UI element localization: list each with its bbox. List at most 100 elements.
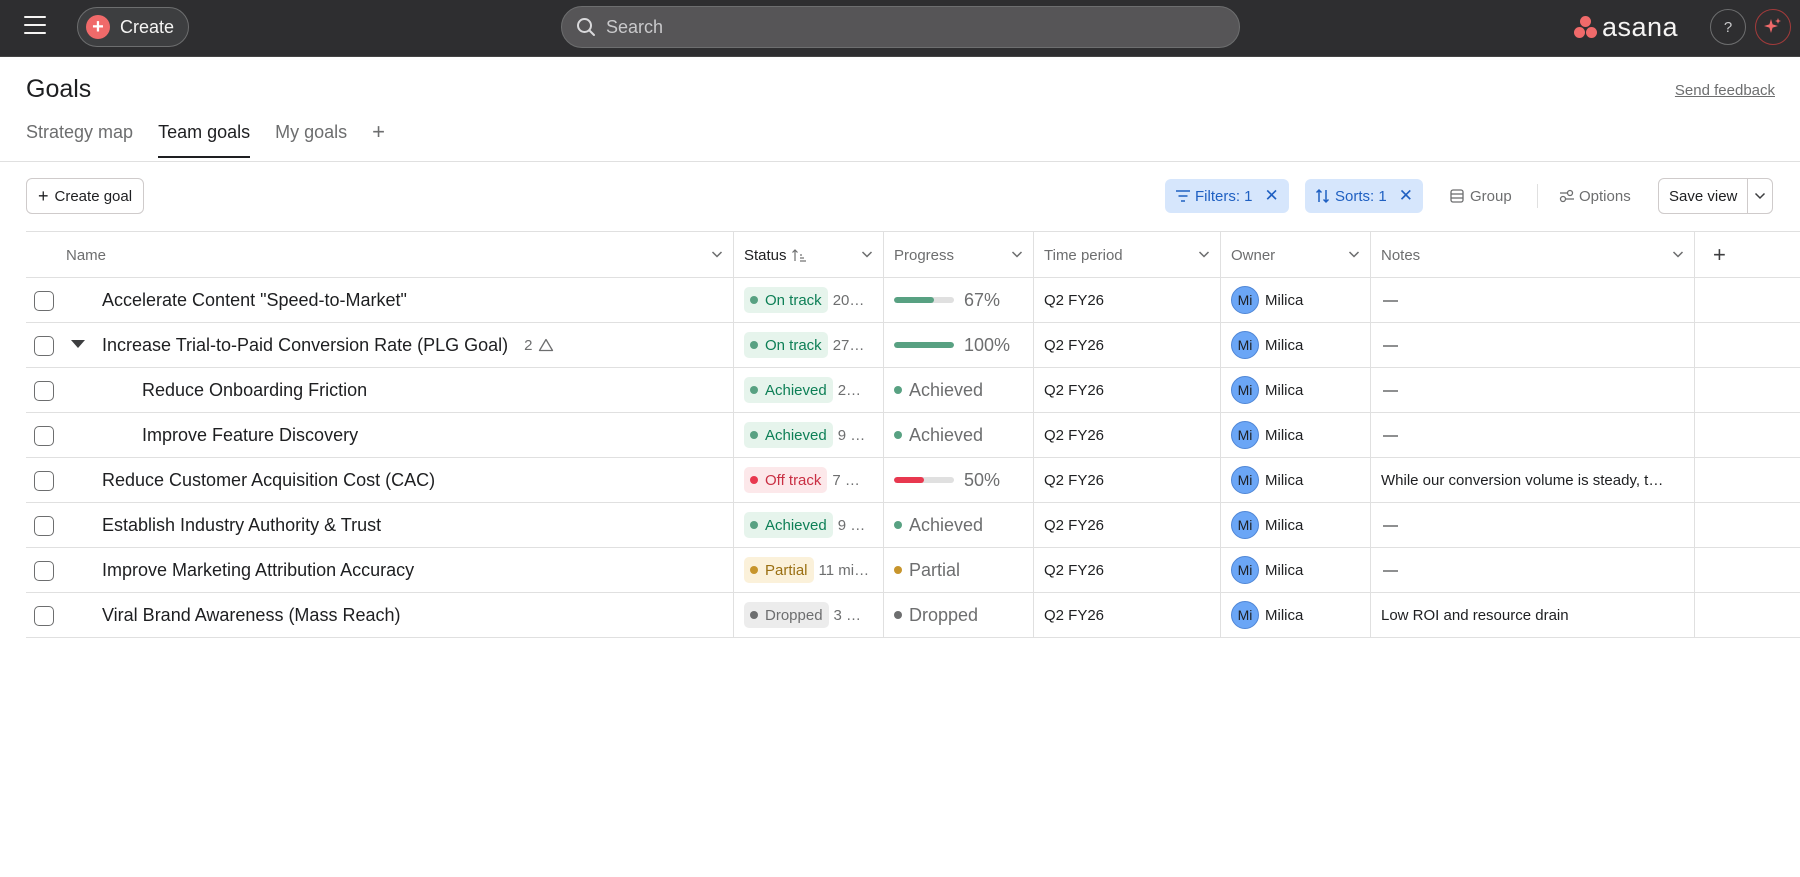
time-period-cell[interactable]: Q2 FY26 — [1034, 503, 1221, 547]
table-row[interactable]: Reduce Customer Acquisition Cost (CAC) Of… — [26, 458, 1800, 503]
status-cell[interactable]: On track 20… — [734, 278, 884, 322]
time-period-cell[interactable]: Q2 FY26 — [1034, 593, 1221, 637]
goal-name-link[interactable]: Increase Trial-to-Paid Conversion Rate (… — [102, 323, 554, 367]
goal-name-link[interactable]: Reduce Customer Acquisition Cost (CAC) — [102, 458, 435, 502]
clear-sorts-icon[interactable]: ✕ — [1399, 186, 1413, 206]
chevron-down-icon[interactable] — [711, 247, 723, 261]
status-cell[interactable]: On track 27… — [734, 323, 884, 367]
save-view-button[interactable]: Save view — [1659, 179, 1749, 213]
column-label-name: Name — [66, 246, 107, 264]
owner-cell[interactable]: Mi Milica — [1221, 548, 1371, 592]
row-checkbox[interactable] — [34, 336, 54, 356]
goal-name-link[interactable]: Establish Industry Authority & Trust — [102, 503, 381, 547]
goal-name-link[interactable]: Accelerate Content "Speed-to-Market" — [102, 278, 407, 322]
table-row[interactable]: Viral Brand Awareness (Mass Reach) Droppe… — [26, 593, 1800, 638]
owner-cell[interactable]: Mi Milica — [1221, 458, 1371, 502]
progress-cell[interactable]: Achieved — [884, 413, 1034, 457]
create-button[interactable]: + Create — [77, 7, 189, 47]
column-header-time-period[interactable]: Time period — [1034, 232, 1221, 278]
help-icon[interactable]: ? — [1710, 9, 1746, 45]
group-button[interactable]: Group — [1450, 179, 1512, 213]
owner-cell[interactable]: Mi Milica — [1221, 323, 1371, 367]
tab-team-goals[interactable]: Team goals — [158, 122, 251, 158]
notes-cell[interactable]: — — [1371, 503, 1695, 547]
table-row[interactable]: Improve Feature Discovery Achieved 9 … Achi… — [26, 413, 1800, 458]
progress-cell[interactable]: Dropped — [884, 593, 1034, 637]
clear-filters-icon[interactable]: ✕ — [1265, 186, 1279, 206]
subgoal-count[interactable]: 2 — [524, 337, 553, 354]
row-checkbox[interactable] — [34, 516, 54, 536]
owner-cell[interactable]: Mi Milica — [1221, 278, 1371, 322]
column-header-status[interactable]: Status — [734, 232, 884, 278]
owner-cell[interactable]: Mi Milica — [1221, 368, 1371, 412]
add-tab-icon[interactable]: + — [372, 121, 385, 158]
notes-cell[interactable]: Low ROI and resource drain — [1371, 593, 1695, 637]
status-cell[interactable]: Achieved 9 … — [734, 503, 884, 547]
table-row[interactable]: Increase Trial-to-Paid Conversion Rate (… — [26, 323, 1800, 368]
notes-cell[interactable]: While our conversion volume is steady, t… — [1371, 458, 1695, 502]
notes-cell[interactable]: — — [1371, 323, 1695, 367]
filters-chip[interactable]: Filters: 1 ✕ — [1165, 179, 1289, 213]
column-header-name[interactable]: Name — [26, 232, 734, 278]
status-cell[interactable]: Partial 11 mi… — [734, 548, 884, 592]
add-column-icon[interactable]: + — [1695, 232, 1800, 278]
row-checkbox[interactable] — [34, 606, 54, 626]
goal-name-link[interactable]: Improve Marketing Attribution Accuracy — [102, 548, 414, 592]
sorts-chip[interactable]: Sorts: 1 ✕ — [1305, 179, 1423, 213]
time-period-cell[interactable]: Q2 FY26 — [1034, 548, 1221, 592]
chevron-down-icon[interactable] — [1748, 192, 1772, 200]
chevron-down-icon[interactable] — [1011, 247, 1023, 261]
notes-cell[interactable]: — — [1371, 368, 1695, 412]
column-header-notes[interactable]: Notes — [1371, 232, 1695, 278]
options-button[interactable]: Options — [1559, 179, 1631, 213]
table-row[interactable]: Accelerate Content "Speed-to-Market" On t… — [26, 278, 1800, 323]
asana-logo[interactable]: asana — [1574, 12, 1678, 42]
chevron-down-icon[interactable] — [1198, 247, 1210, 261]
chevron-down-icon[interactable] — [861, 247, 873, 261]
status-cell[interactable]: Off track 7 … — [734, 458, 884, 502]
owner-cell[interactable]: Mi Milica — [1221, 503, 1371, 547]
goal-name-link[interactable]: Improve Feature Discovery — [142, 413, 358, 457]
progress-cell[interactable]: Partial — [884, 548, 1034, 592]
notes-cell[interactable]: — — [1371, 278, 1695, 322]
table-row[interactable]: Establish Industry Authority & Trust Achi… — [26, 503, 1800, 548]
column-header-owner[interactable]: Owner — [1221, 232, 1371, 278]
expand-caret-icon[interactable] — [71, 340, 85, 348]
table-row[interactable]: Reduce Onboarding Friction Achieved 2… Achi… — [26, 368, 1800, 413]
row-checkbox[interactable] — [34, 561, 54, 581]
column-header-progress[interactable]: Progress — [884, 232, 1034, 278]
table-row[interactable]: Improve Marketing Attribution Accuracy Pa… — [26, 548, 1800, 593]
time-period-cell[interactable]: Q2 FY26 — [1034, 323, 1221, 367]
owner-cell[interactable]: Mi Milica — [1221, 413, 1371, 457]
progress-cell[interactable]: Achieved — [884, 368, 1034, 412]
chevron-down-icon[interactable] — [1348, 247, 1360, 261]
row-checkbox[interactable] — [34, 426, 54, 446]
search-input[interactable]: Search — [561, 6, 1240, 48]
tab-my-goals[interactable]: My goals — [275, 122, 347, 158]
row-checkbox[interactable] — [34, 291, 54, 311]
hamburger-icon[interactable] — [24, 16, 48, 36]
ai-sparkle-icon[interactable] — [1755, 9, 1791, 45]
progress-cell[interactable]: 67% — [884, 278, 1034, 322]
status-cell[interactable]: Achieved 2… — [734, 368, 884, 412]
time-period-cell[interactable]: Q2 FY26 — [1034, 413, 1221, 457]
chevron-down-icon[interactable] — [1672, 247, 1684, 261]
notes-cell[interactable]: — — [1371, 413, 1695, 457]
time-period-cell[interactable]: Q2 FY26 — [1034, 278, 1221, 322]
row-checkbox[interactable] — [34, 381, 54, 401]
progress-cell[interactable]: 50% — [884, 458, 1034, 502]
time-period-cell[interactable]: Q2 FY26 — [1034, 368, 1221, 412]
status-cell[interactable]: Achieved 9 … — [734, 413, 884, 457]
owner-cell[interactable]: Mi Milica — [1221, 593, 1371, 637]
send-feedback-link[interactable]: Send feedback — [1675, 82, 1775, 99]
goal-name-link[interactable]: Reduce Onboarding Friction — [142, 368, 367, 412]
progress-cell[interactable]: Achieved — [884, 503, 1034, 547]
create-goal-button[interactable]: + Create goal — [26, 178, 145, 214]
status-cell[interactable]: Dropped 3 … — [734, 593, 884, 637]
time-period-cell[interactable]: Q2 FY26 — [1034, 458, 1221, 502]
notes-cell[interactable]: — — [1371, 548, 1695, 592]
goal-name-link[interactable]: Viral Brand Awareness (Mass Reach) — [102, 593, 400, 637]
tab-strategy-map[interactable]: Strategy map — [26, 122, 133, 158]
progress-cell[interactable]: 100% — [884, 323, 1034, 367]
row-checkbox[interactable] — [34, 471, 54, 491]
